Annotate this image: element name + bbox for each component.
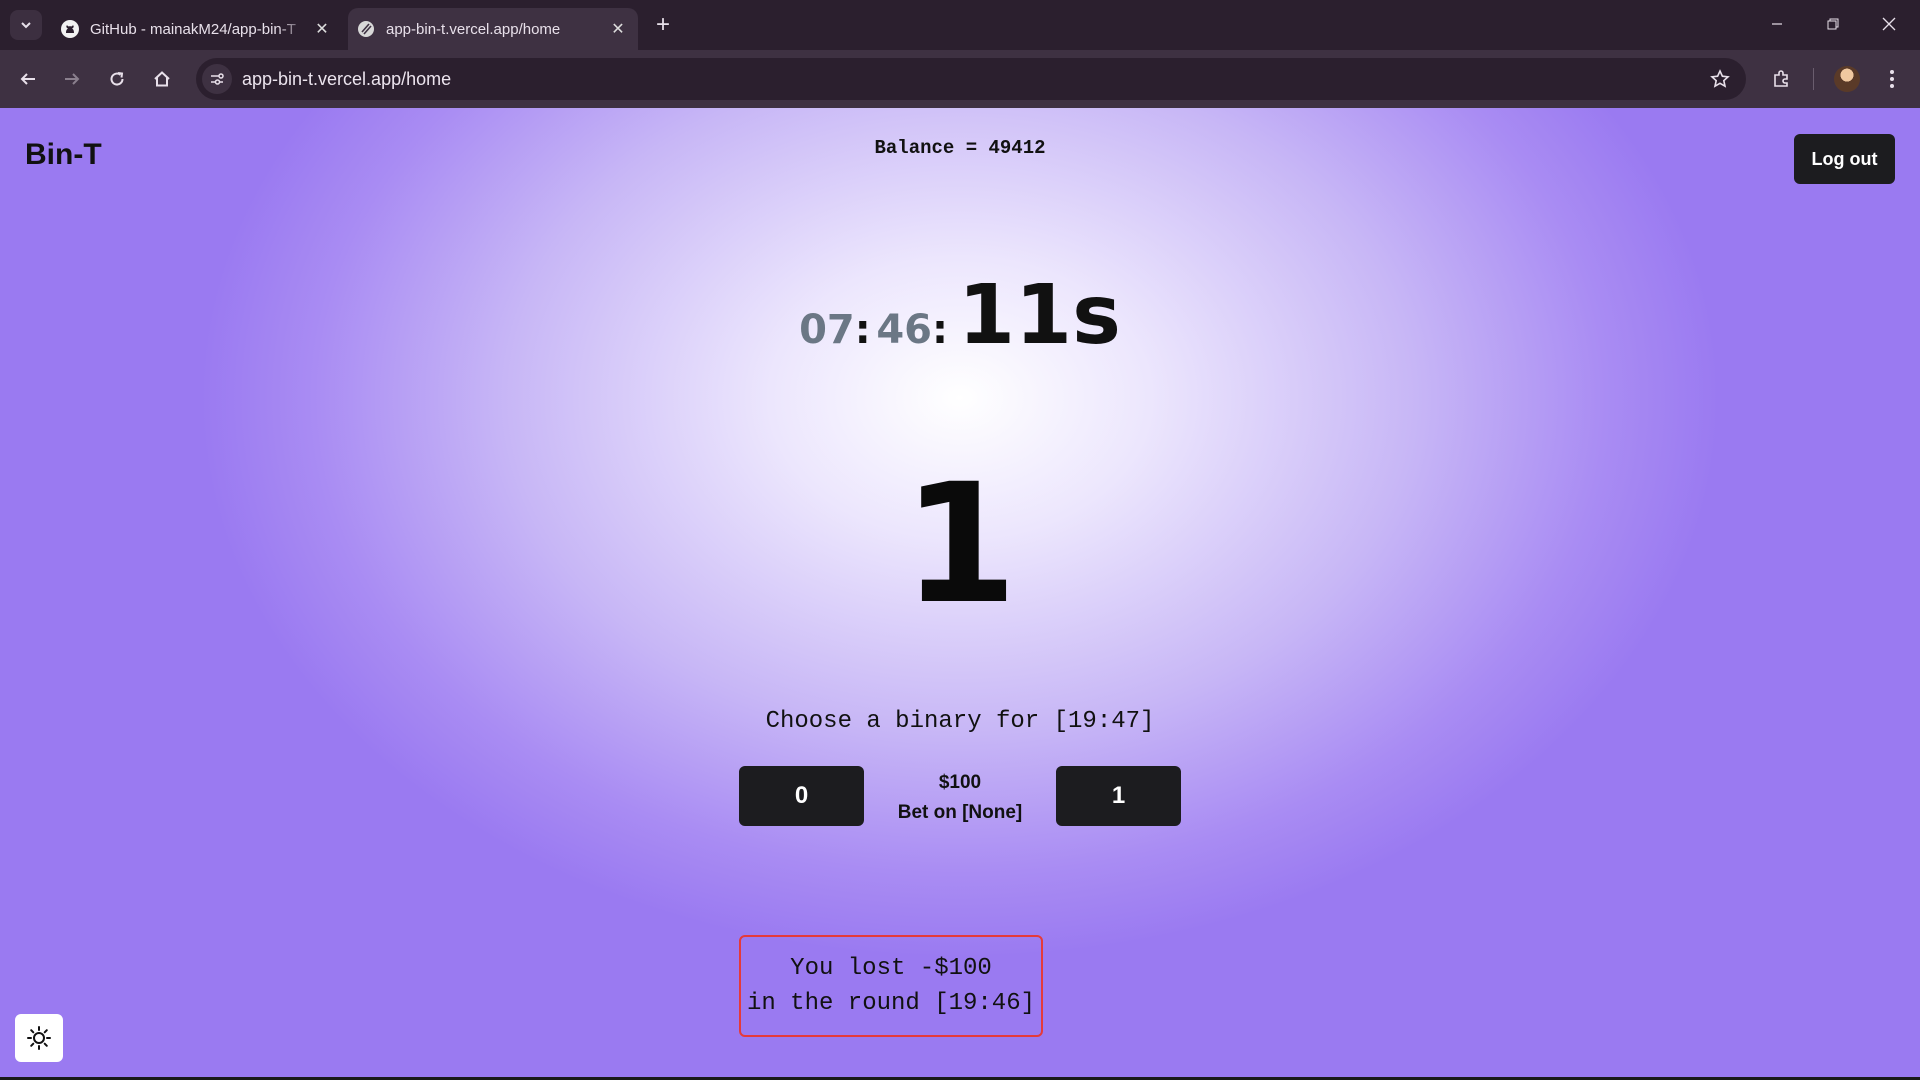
bet-prompt: Choose a binary for [19:47] bbox=[765, 708, 1155, 735]
countdown-timer: 07: 46: 11s bbox=[0, 268, 1920, 363]
result-line: You lost -$100 bbox=[790, 955, 992, 982]
home-icon bbox=[154, 71, 170, 87]
bet-info: $100 Bet on [None] bbox=[860, 768, 1060, 828]
profile-avatar[interactable] bbox=[1834, 66, 1860, 92]
chevron-down-icon bbox=[21, 22, 31, 29]
tab-title: GitHub - mainakM24/app-bin-T bbox=[90, 20, 296, 38]
timer-separator: : bbox=[932, 307, 948, 353]
extensions-button[interactable] bbox=[1766, 63, 1798, 95]
bet-one-button[interactable]: 1 bbox=[1056, 766, 1181, 826]
tune-icon bbox=[211, 73, 224, 85]
close-window-button[interactable] bbox=[1866, 8, 1912, 40]
arrow-right-icon bbox=[65, 73, 80, 85]
tab-github[interactable]: GitHub - mainakM24/app-bin-T ✕ bbox=[52, 8, 342, 50]
bookmark-star-icon[interactable] bbox=[1708, 67, 1732, 91]
github-icon bbox=[60, 19, 80, 39]
result-line: in the round [19:46] bbox=[746, 990, 1036, 1017]
close-icon bbox=[1882, 17, 1896, 31]
bet-zero-button[interactable]: 0 bbox=[739, 766, 864, 826]
tab-title: app-bin-t.vercel.app/home bbox=[386, 20, 561, 38]
arrow-left-icon bbox=[20, 73, 35, 85]
close-icon[interactable]: ✕ bbox=[310, 17, 334, 41]
minimize-icon bbox=[1772, 23, 1782, 25]
minimize-button[interactable] bbox=[1754, 8, 1800, 40]
back-button[interactable] bbox=[12, 63, 44, 95]
close-icon[interactable]: ✕ bbox=[606, 17, 630, 41]
browser-menu-button[interactable] bbox=[1880, 63, 1904, 95]
balance-display: Balance = 49412 bbox=[874, 137, 1046, 159]
site-info-button[interactable] bbox=[202, 64, 232, 94]
browser-tab-strip: GitHub - mainakM24/app-bin-T ✕ app-bin-t… bbox=[0, 0, 1920, 50]
address-bar[interactable]: app-bin-t.vercel.app/home bbox=[196, 58, 1746, 100]
theme-toggle-button[interactable] bbox=[15, 1014, 63, 1062]
plus-icon: + bbox=[655, 11, 670, 38]
tab-app-home[interactable]: app-bin-t.vercel.app/home ✕ bbox=[348, 8, 638, 50]
bet-amount: $100 bbox=[938, 772, 982, 793]
timer-separator: : bbox=[854, 307, 871, 353]
forward-button[interactable] bbox=[56, 63, 88, 95]
restore-icon bbox=[1827, 18, 1839, 30]
logout-button[interactable]: Log out bbox=[1794, 134, 1895, 184]
timer-seconds: 11s bbox=[958, 268, 1121, 363]
home-button[interactable] bbox=[146, 63, 178, 95]
toolbar-divider bbox=[1813, 68, 1814, 90]
site-favicon-icon bbox=[356, 19, 376, 39]
current-binary-result: 1 bbox=[902, 448, 1018, 640]
more-vertical-icon bbox=[1890, 70, 1894, 88]
new-tab-button[interactable]: + bbox=[650, 11, 676, 38]
reload-icon bbox=[110, 72, 124, 86]
bet-selection: Bet on [None] bbox=[897, 802, 1023, 823]
app-page: Bin-T Balance = 49412 Log out 07: 46: 11s… bbox=[0, 108, 1920, 1080]
puzzle-icon bbox=[1774, 70, 1788, 87]
timer-minutes: 46 bbox=[876, 307, 932, 353]
round-result-box: You lost -$100 in the round [19:46] bbox=[739, 935, 1043, 1037]
browser-toolbar: app-bin-t.vercel.app/home bbox=[0, 50, 1920, 108]
restore-button[interactable] bbox=[1810, 8, 1856, 40]
url-text[interactable]: app-bin-t.vercel.app/home bbox=[242, 58, 451, 100]
reload-button[interactable] bbox=[101, 63, 133, 95]
tab-search-button[interactable] bbox=[10, 10, 42, 40]
sun-icon bbox=[27, 1026, 51, 1050]
timer-hours: 07 bbox=[799, 307, 855, 353]
